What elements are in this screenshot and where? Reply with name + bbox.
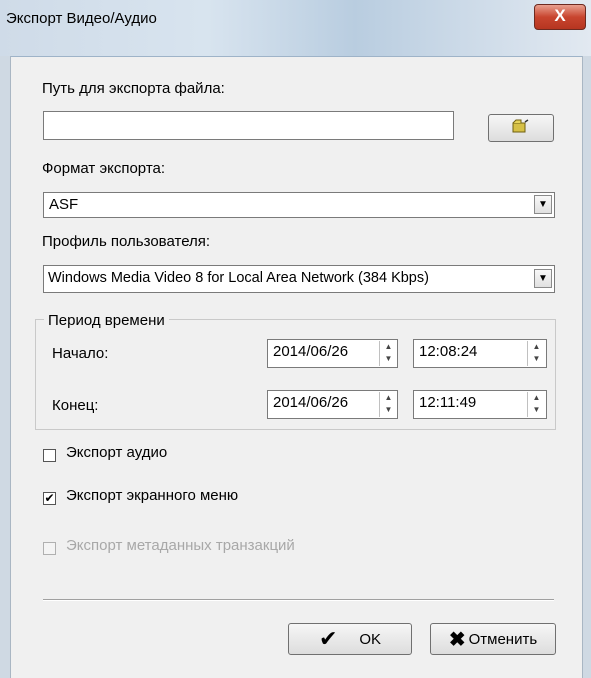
export-metadata-checkbox: [43, 542, 56, 555]
cross-icon: ✖: [448, 628, 466, 651]
start-date-spinner[interactable]: ▲ ▼: [379, 341, 397, 366]
export-audio-label[interactable]: Экспорт аудио: [66, 444, 167, 461]
checkmark-icon: ✔: [318, 626, 338, 651]
title-bar[interactable]: Экспорт Видео/Аудио X: [0, 0, 591, 57]
spin-down-icon[interactable]: ▼: [528, 404, 545, 416]
end-date-spinner[interactable]: ▲ ▼: [379, 392, 397, 417]
ok-button-label: OK: [359, 630, 382, 648]
start-time-spinner[interactable]: ▲ ▼: [527, 341, 545, 366]
close-button[interactable]: X: [534, 4, 586, 30]
export-metadata-label: Экспорт метаданных транзакций: [66, 537, 295, 554]
user-profile-value: Windows Media Video 8 for Local Area Net…: [48, 270, 429, 286]
cancel-button[interactable]: ✖ Отменить: [430, 623, 556, 655]
export-format-label: Формат экспорта:: [42, 160, 166, 177]
end-time-value: 12:11:49: [419, 394, 477, 411]
spin-down-icon[interactable]: ▼: [380, 404, 397, 416]
spin-up-icon[interactable]: ▲: [528, 341, 545, 353]
user-profile-dropdown-icon[interactable]: ▼: [534, 269, 552, 288]
user-profile-select[interactable]: Windows Media Video 8 for Local Area Net…: [43, 265, 555, 293]
start-date-value: 2014/06/26: [273, 343, 349, 360]
spin-up-icon[interactable]: ▲: [380, 392, 397, 404]
time-period-legend: Период времени: [44, 312, 169, 329]
export-audio-checkbox[interactable]: [43, 449, 56, 462]
export-osd-checkbox[interactable]: ✔: [43, 492, 56, 505]
start-time-value: 12:08:24: [419, 343, 478, 360]
export-path-label: Путь для экспорта файла:: [42, 80, 225, 97]
end-label: Конец:: [52, 397, 99, 414]
spin-up-icon[interactable]: ▲: [380, 341, 397, 353]
spin-down-icon[interactable]: ▼: [528, 353, 545, 365]
window-frame-right: [582, 56, 591, 678]
cancel-button-label: Отменить: [468, 630, 538, 648]
start-label: Начало:: [52, 345, 109, 362]
end-date-value: 2014/06/26: [273, 394, 349, 411]
export-format-select[interactable]: ASF: [43, 192, 555, 218]
window-title: Экспорт Видео/Аудио: [6, 10, 157, 27]
separator: [43, 599, 554, 601]
spin-down-icon[interactable]: ▼: [380, 353, 397, 365]
ok-button[interactable]: ✔ OK: [288, 623, 412, 655]
browse-folder-button[interactable]: [488, 114, 554, 142]
window-frame-left: [0, 56, 11, 678]
export-format-value: ASF: [49, 196, 79, 213]
export-format-dropdown-icon[interactable]: ▼: [534, 195, 552, 214]
spin-up-icon[interactable]: ▲: [528, 392, 545, 404]
folder-open-icon: [512, 118, 530, 138]
export-dialog: Экспорт Видео/Аудио X Путь для экспорта …: [0, 0, 591, 678]
end-time-spinner[interactable]: ▲ ▼: [527, 392, 545, 417]
export-path-input[interactable]: [43, 111, 454, 140]
user-profile-label: Профиль пользователя:: [42, 233, 211, 250]
export-osd-label[interactable]: Экспорт экранного меню: [66, 487, 238, 504]
